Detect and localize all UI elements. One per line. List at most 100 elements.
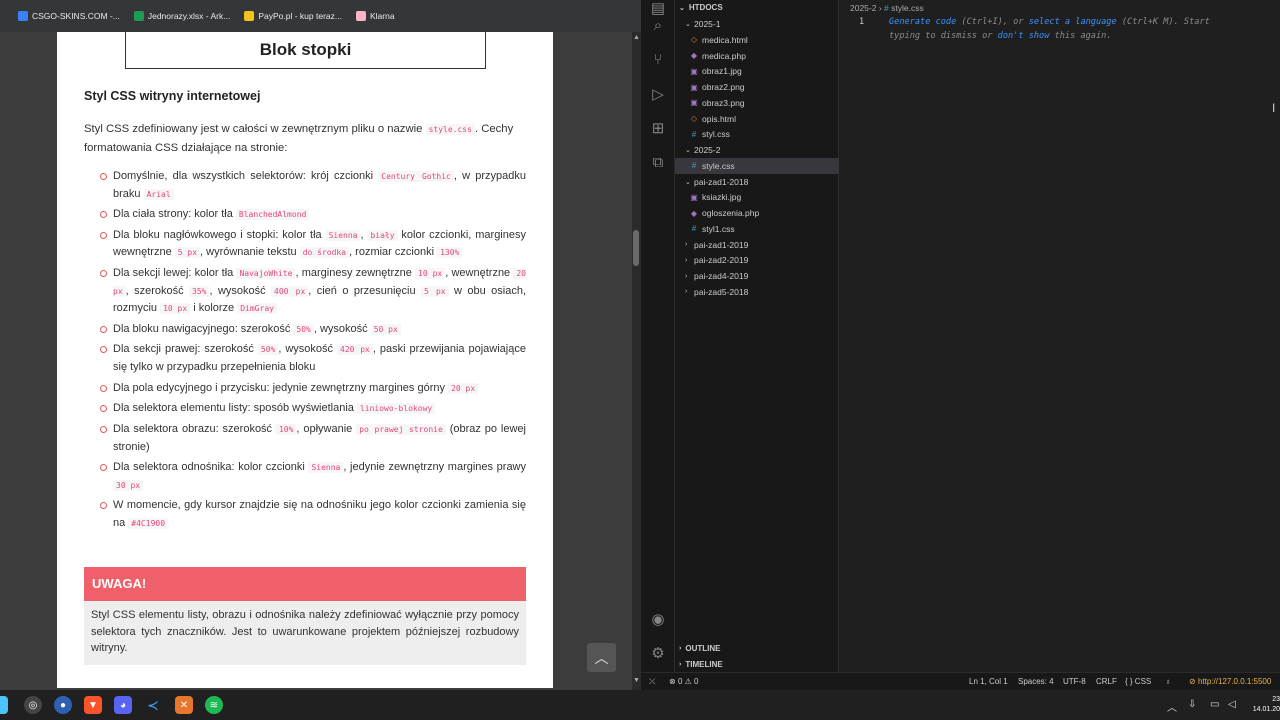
account-icon[interactable]: ◉ [649, 611, 667, 629]
list-item: Dla bloku nagłówkowego i stopki: kolor t… [100, 227, 526, 262]
file-row[interactable]: ▣ ksiazki.jpg [675, 189, 839, 205]
explorer-icon[interactable]: ▤ [649, 0, 667, 18]
scrollbar-thumb[interactable] [633, 230, 639, 266]
folder-row[interactable]: › pai-zad1-2019 [675, 237, 839, 253]
search-icon[interactable]: ⌕ [649, 17, 667, 35]
bookmark-item[interactable]: Jednorazy.xlsx - Ark... [133, 11, 230, 21]
file-row[interactable]: ◆ ogloszenia.php [675, 205, 839, 221]
spotify-icon[interactable]: ≋ [205, 696, 223, 714]
hint-link[interactable]: select a language [1029, 17, 1117, 27]
css-file-icon: # [691, 129, 697, 139]
folder-row[interactable]: ⌄ 2025-2 [675, 142, 839, 158]
php-file-icon: ◆ [690, 208, 698, 218]
live-server-status[interactable]: ⊘ http://127.0.0.1:5500 [1189, 677, 1271, 686]
language-status[interactable]: { } CSS [1125, 677, 1151, 686]
tree-label: style.css [702, 160, 735, 171]
hint-link[interactable]: don't show [998, 31, 1050, 41]
eol-status[interactable]: CRLF [1096, 677, 1117, 686]
chrome-icon[interactable]: ◎ [24, 696, 42, 714]
gear-icon[interactable]: ⚙ [649, 645, 667, 663]
list-item: W momencie, gdy kursor znajdzie się na o… [100, 497, 526, 532]
scroll-down-icon[interactable]: ▼ [633, 677, 640, 684]
code-value: po prawej stronie [356, 424, 446, 435]
folder-row[interactable]: › pai-zad4-2019 [675, 268, 839, 284]
code-value: 5 px [174, 247, 201, 259]
folder-row[interactable]: ⌄ 2025-1 [675, 16, 839, 32]
file-row[interactable]: ◇ opis.html [675, 111, 839, 127]
timeline-section[interactable]: › TIMELINE [675, 657, 839, 672]
file-row[interactable]: ◆ medica.php [675, 48, 839, 64]
editor-area[interactable]: 2025-2 › # style.css 1 Generate code (Ct… [839, 0, 1280, 672]
encoding-status[interactable]: UTF-8 [1063, 677, 1086, 686]
scroll-up-icon[interactable]: ▲ [633, 34, 640, 41]
code-value: do środka [299, 247, 350, 259]
browser-window: CSGO-SKINS.COM -... Jednorazy.xlsx - Ark.… [0, 0, 641, 690]
file-row[interactable]: # styl1.css [675, 221, 839, 237]
code-value: 420 px [337, 344, 373, 356]
bookmark-favicon-icon [244, 11, 255, 21]
folder-row[interactable]: › pai-zad2-2019 [675, 252, 839, 268]
cursor-position[interactable]: Ln 1, Col 1 [969, 677, 1008, 686]
file-row[interactable]: ◇ medica.html [675, 32, 839, 48]
start-icon[interactable] [0, 696, 8, 714]
footer-block: Blok stopki [125, 32, 486, 69]
css-file-icon: # [691, 161, 697, 171]
hint-link[interactable]: Generate code [889, 17, 956, 27]
discord-icon[interactable]: ◕ [114, 696, 132, 714]
bookmark-label: Klarna [369, 11, 395, 21]
folder-row[interactable]: › pai-zad5-2018 [675, 284, 839, 300]
bookmark-item[interactable]: CSGO-SKINS.COM -... [18, 11, 120, 21]
bookmark-label: PayPo.pl - kup teraz... [258, 11, 342, 21]
php-file-icon: ◆ [690, 51, 698, 60]
bookmark-label: CSGO-SKINS.COM -... [32, 11, 120, 21]
outline-label: OUTLINE [685, 644, 721, 653]
html-file-icon: ◇ [690, 114, 698, 123]
tree-label: ogloszenia.php [702, 208, 760, 218]
tree-label: ksiazki.jpg [702, 192, 742, 203]
outline-section[interactable]: › OUTLINE [675, 641, 839, 656]
run-debug-icon[interactable]: ▷ [649, 86, 667, 104]
bookmark-item[interactable]: Klarna [355, 11, 395, 21]
monitor-icon[interactable]: ▭ [1210, 699, 1219, 710]
app-icon[interactable]: ● [54, 696, 72, 714]
chevron-up-icon[interactable]: ︿ [1167, 699, 1177, 714]
file-row[interactable]: # style.css [675, 157, 839, 174]
network-icon[interactable]: ⇩ [1188, 699, 1196, 710]
back-to-top-button[interactable]: ︿ [587, 643, 616, 672]
chevron-right-icon: › [685, 272, 688, 280]
chevron-down-icon: ⌄ [685, 147, 691, 154]
source-control-icon[interactable]: ⑂ [649, 51, 667, 69]
file-row[interactable]: ▣ obraz2.png [675, 79, 839, 95]
code-value: 5 px [421, 285, 449, 297]
remote-status-icon[interactable]: ⤫ [649, 677, 655, 687]
copilot-icon[interactable]: ♁ [1165, 677, 1171, 686]
page-scrollbar[interactable]: ▲ ▼ [632, 32, 641, 690]
xampp-icon[interactable]: ✕ [175, 696, 193, 714]
brave-icon[interactable]: ▼ [84, 696, 102, 714]
live-server-url: http://127.0.0.1:5500 [1197, 677, 1272, 686]
clock-date: 14.01.20 [1252, 706, 1280, 713]
clock[interactable]: 23 14.01.20 [1247, 695, 1280, 715]
volume-icon[interactable]: ◁ [1228, 699, 1236, 710]
breadcrumb-folder[interactable]: 2025-2 [850, 3, 876, 13]
file-row[interactable]: ▣ obraz1.jpg [675, 63, 839, 79]
bookmark-item[interactable]: PayPo.pl - kup teraz... [244, 11, 342, 21]
vscode-icon[interactable]: ≺ [144, 696, 162, 714]
file-row[interactable]: # styl.css [675, 126, 839, 142]
tree-label: obraz2.png [702, 82, 745, 92]
tree-label: 2025-1 [694, 19, 721, 29]
breadcrumb-file[interactable]: style.css [891, 3, 924, 13]
code-value: 10 px [415, 268, 446, 280]
indentation-status[interactable]: Spaces: 4 [1018, 677, 1054, 686]
code-value: Century Gothic [378, 171, 454, 182]
remote-icon[interactable]: ⧉ [649, 154, 667, 172]
text-cursor-icon: I [1272, 101, 1276, 115]
intro-code: style.css [425, 124, 475, 135]
chevron-right-icon: › [679, 661, 682, 668]
problems-status[interactable]: ⊗ 0 ⚠ 0 [669, 677, 698, 686]
error-count: 0 [677, 677, 683, 686]
file-row[interactable]: ▣ obraz3.png [675, 95, 839, 111]
folder-row[interactable]: ⌄ pai-zad1-2018 [675, 174, 839, 190]
explorer-root[interactable]: ⌄ HTDOCS [675, 0, 839, 15]
extensions-icon[interactable]: ⊞ [649, 120, 667, 138]
